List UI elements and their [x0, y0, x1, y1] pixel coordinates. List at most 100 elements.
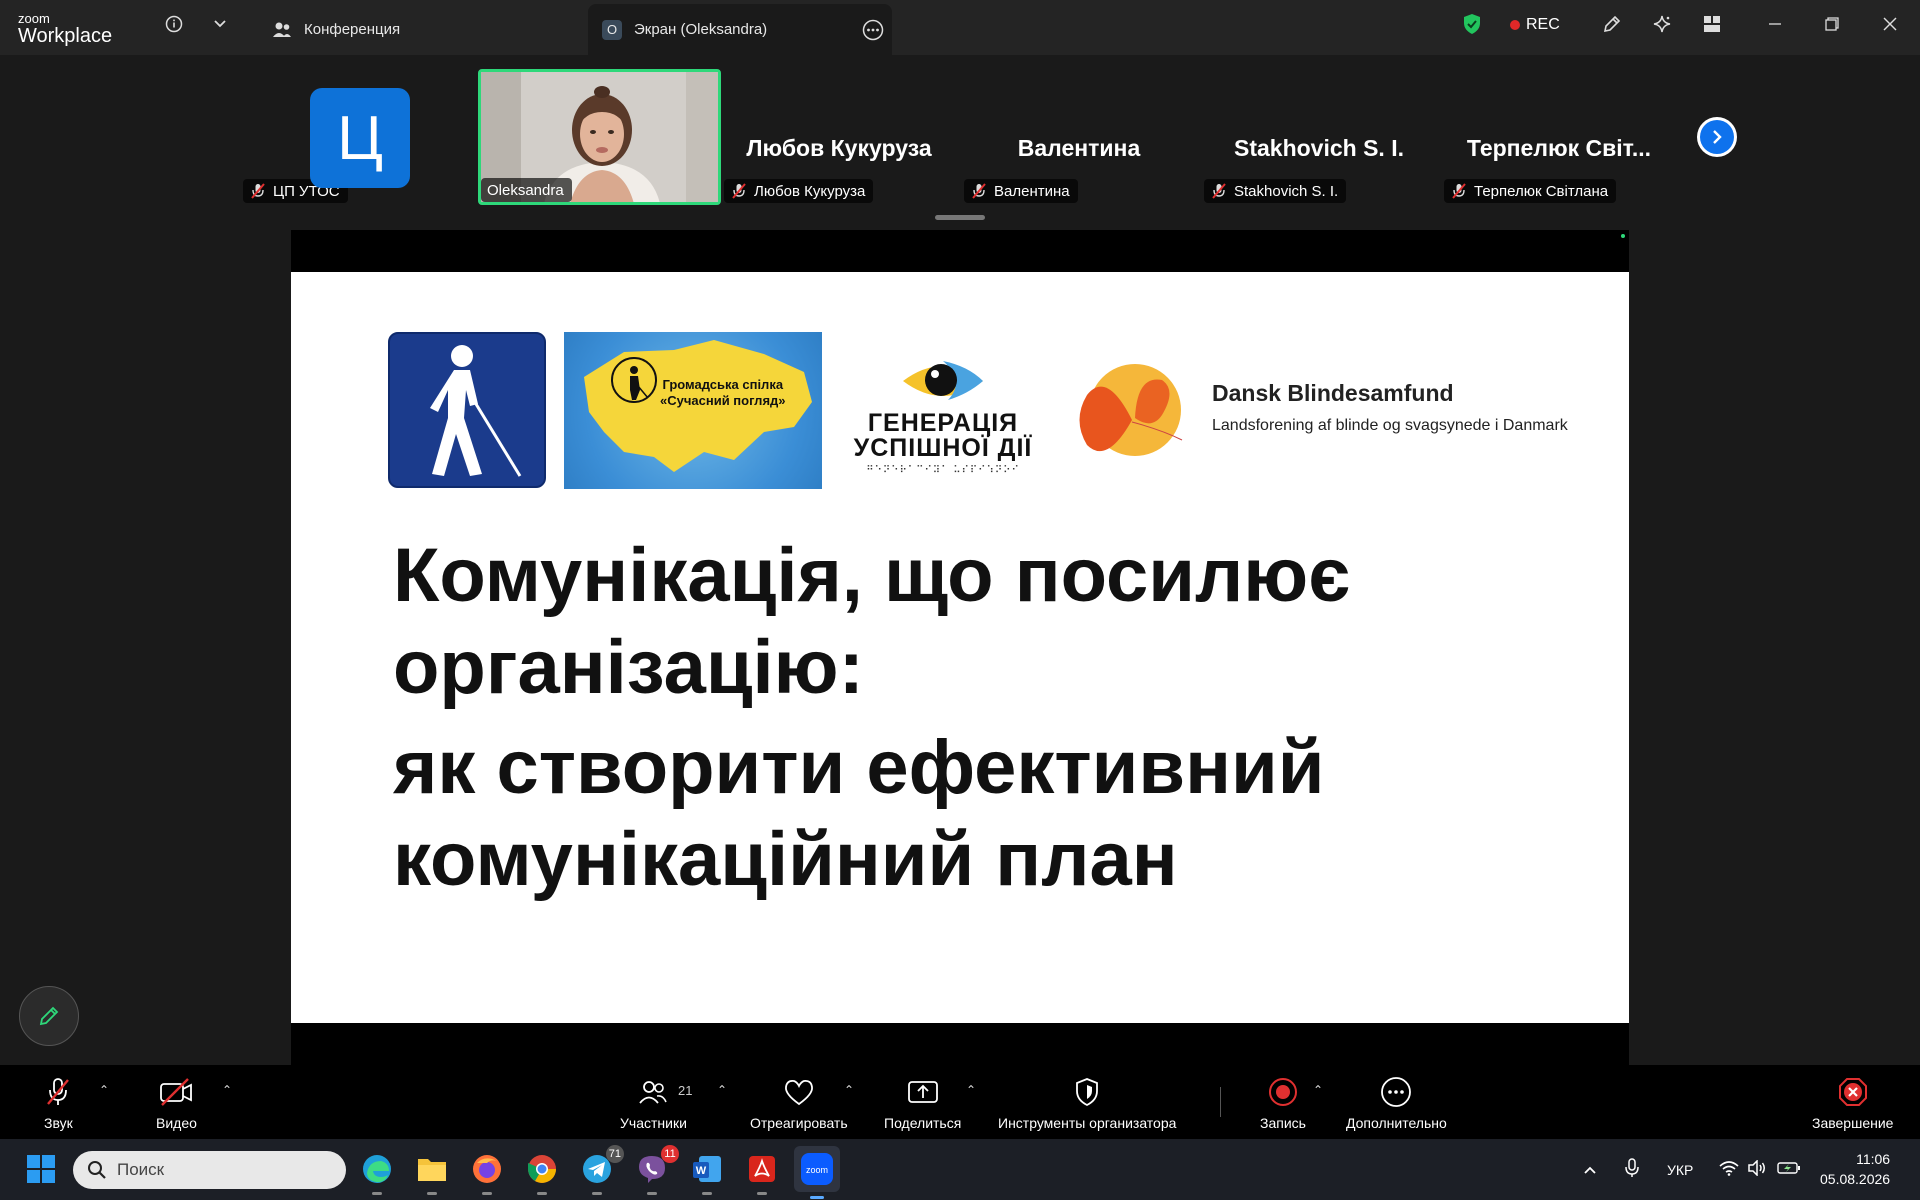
dansk-blindesamfund-logo: Dansk Blindesamfund Landsforening af bli…: [1067, 360, 1607, 470]
video-options-chevron-icon[interactable]: ⌃: [222, 1083, 232, 1097]
map-logo-text: Громадська спілка «Сучасний погляд»: [660, 377, 786, 409]
annotate-pen-icon[interactable]: [1600, 12, 1624, 36]
volume-icon[interactable]: [1747, 1159, 1767, 1179]
record-icon: [1267, 1075, 1299, 1109]
muted-mic-icon: [1210, 182, 1228, 200]
word-icon[interactable]: W: [688, 1150, 726, 1195]
viber-unread-badge: 11: [661, 1145, 679, 1163]
tab-conference[interactable]: Конференция: [272, 4, 400, 55]
toolbar-divider: [1220, 1087, 1221, 1117]
pencil-icon: [39, 1006, 59, 1026]
participant-display-name: Stakhovich S. I.: [1234, 135, 1404, 161]
show-hidden-icons-chevron-icon[interactable]: [1583, 1162, 1597, 1178]
restore-window-icon[interactable]: [1820, 12, 1844, 36]
zoom-workplace-logo: zoom Workplace: [18, 12, 112, 46]
file-explorer-icon[interactable]: [413, 1150, 451, 1195]
rec-label: REC: [1526, 16, 1560, 33]
slide-subtitle: як створити ефективний комунікаційний пл…: [393, 725, 1325, 902]
more-button[interactable]: Дополнительно: [1346, 1075, 1447, 1131]
firefox-icon[interactable]: [468, 1150, 506, 1195]
system-tray: УКР: [1583, 1139, 1801, 1200]
annotate-button[interactable]: [19, 986, 79, 1046]
react-button[interactable]: Отреагировать: [750, 1075, 848, 1131]
participant-tile[interactable]: Валентина Валентина: [960, 69, 1198, 205]
record-options-chevron-icon[interactable]: ⌃: [1313, 1083, 1323, 1097]
svg-text:W: W: [696, 1165, 707, 1177]
minimize-icon[interactable]: [1763, 12, 1787, 36]
end-meeting-icon: [1837, 1075, 1869, 1109]
participant-name-label: Любов Кукуруза: [724, 179, 874, 203]
slide-title: Комунікація, що посилює організацію:: [393, 533, 1351, 710]
tab-label: Конференция: [304, 21, 401, 38]
sychasnyi-pohliad-map-logo: Громадська спілка «Сучасний погляд»: [564, 332, 822, 489]
share-button[interactable]: Поделиться: [884, 1075, 961, 1131]
shared-screen-bottom-bar: [291, 1023, 1629, 1065]
recording-indicator[interactable]: REC: [1510, 16, 1560, 34]
close-window-icon[interactable]: [1878, 12, 1902, 36]
muted-mic-icon: [1450, 182, 1468, 200]
logo-line-1: zoom: [18, 11, 50, 26]
telegram-unread-badge: 71: [605, 1145, 624, 1163]
taskbar-clock[interactable]: 11:06 05.08.2026: [1820, 1149, 1890, 1189]
battery-charging-icon[interactable]: [1777, 1161, 1801, 1178]
participant-tile[interactable]: Stakhovich S. I. Stakhovich S. I.: [1200, 69, 1438, 205]
participants-count: 21: [678, 1083, 693, 1098]
muted-mic-icon: [44, 1075, 72, 1109]
eye-icon: [903, 361, 983, 400]
meeting-info-icon[interactable]: [162, 12, 186, 36]
participants-options-chevron-icon[interactable]: ⌃: [717, 1083, 727, 1097]
telegram-icon[interactable]: 71: [578, 1145, 624, 1195]
share-screen-icon: [907, 1075, 939, 1109]
end-meeting-button[interactable]: Завершение: [1812, 1075, 1893, 1131]
record-button[interactable]: Запись: [1260, 1075, 1306, 1131]
shared-slide: Громадська спілка «Сучасний погляд» ГЕНЕ…: [291, 272, 1629, 1023]
windows-start-icon[interactable]: [22, 1150, 60, 1188]
avatar: Ц: [310, 88, 410, 188]
strip-resize-handle[interactable]: [935, 215, 985, 220]
chevron-right-icon: [1700, 120, 1734, 154]
blind-walker-logo: [388, 332, 546, 488]
participants-button[interactable]: Участники: [620, 1075, 687, 1131]
heart-icon: [783, 1075, 815, 1109]
next-participants-button[interactable]: [1697, 117, 1737, 157]
edge-browser-icon[interactable]: [358, 1150, 396, 1195]
participant-name-label: Stakhovich S. I.: [1204, 179, 1347, 203]
clock-date: 05.08.2026: [1820, 1171, 1891, 1187]
wifi-icon[interactable]: [1719, 1160, 1739, 1179]
participant-video-tile[interactable]: Oleksandra: [478, 69, 721, 205]
audio-button[interactable]: Звук: [44, 1075, 73, 1131]
participant-tile[interactable]: Любов Кукуруза Любов Кукуруза: [720, 69, 958, 205]
tab-screen-share[interactable]: O Экран (Oleksandra): [588, 4, 892, 55]
participant-name-label: Терпелюк Світлана: [1444, 179, 1617, 203]
shared-screen-top-bar: [291, 230, 1629, 272]
input-language[interactable]: УКР: [1667, 1162, 1693, 1178]
participant-strip: ЦП УТОС Ц Oleksandra Любов Кукуруза Любо…: [0, 55, 1920, 225]
zoom-app-icon[interactable]: zoom: [794, 1146, 840, 1199]
logo-line-2: Workplace: [18, 25, 113, 47]
participant-tile[interactable]: Терпелюк Світ... Терпелюк Світлана: [1440, 69, 1678, 205]
shield-icon: [1074, 1075, 1100, 1109]
muted-mic-icon: [249, 182, 267, 200]
acrobat-icon[interactable]: [743, 1150, 781, 1195]
viber-icon[interactable]: 11: [633, 1145, 679, 1195]
muted-mic-icon: [730, 182, 748, 200]
active-indicator-dot: [1621, 234, 1625, 238]
ai-companion-sparkle-icon[interactable]: [1650, 12, 1674, 36]
participant-name-label: Валентина: [964, 179, 1078, 203]
share-options-chevron-icon[interactable]: ⌃: [966, 1083, 976, 1097]
muted-mic-icon: [970, 182, 988, 200]
microphone-icon[interactable]: [1625, 1158, 1639, 1181]
apps-grid-icon[interactable]: [1700, 12, 1724, 36]
participants-icon: [638, 1075, 668, 1109]
more-options-icon[interactable]: [862, 19, 884, 45]
security-shield-icon[interactable]: [1460, 12, 1484, 36]
host-tools-button[interactable]: Инструменты организатора: [998, 1075, 1176, 1131]
record-dot-icon: [1510, 20, 1520, 30]
chevron-down-icon[interactable]: [208, 12, 232, 36]
chrome-icon[interactable]: [523, 1150, 561, 1195]
generation-logo: ГЕНЕРАЦІЯ УСПІШНОЇ ДІЇ ⠛⠑⠝⠑⠗⠁⠉⠊⠽⠁ ⠥⠎⠏⠊⠱⠝…: [843, 356, 1043, 476]
taskbar-search[interactable]: Поиск: [73, 1151, 346, 1189]
audio-options-chevron-icon[interactable]: ⌃: [99, 1083, 109, 1097]
react-options-chevron-icon[interactable]: ⌃: [844, 1083, 854, 1097]
video-button[interactable]: Видео: [156, 1075, 197, 1131]
